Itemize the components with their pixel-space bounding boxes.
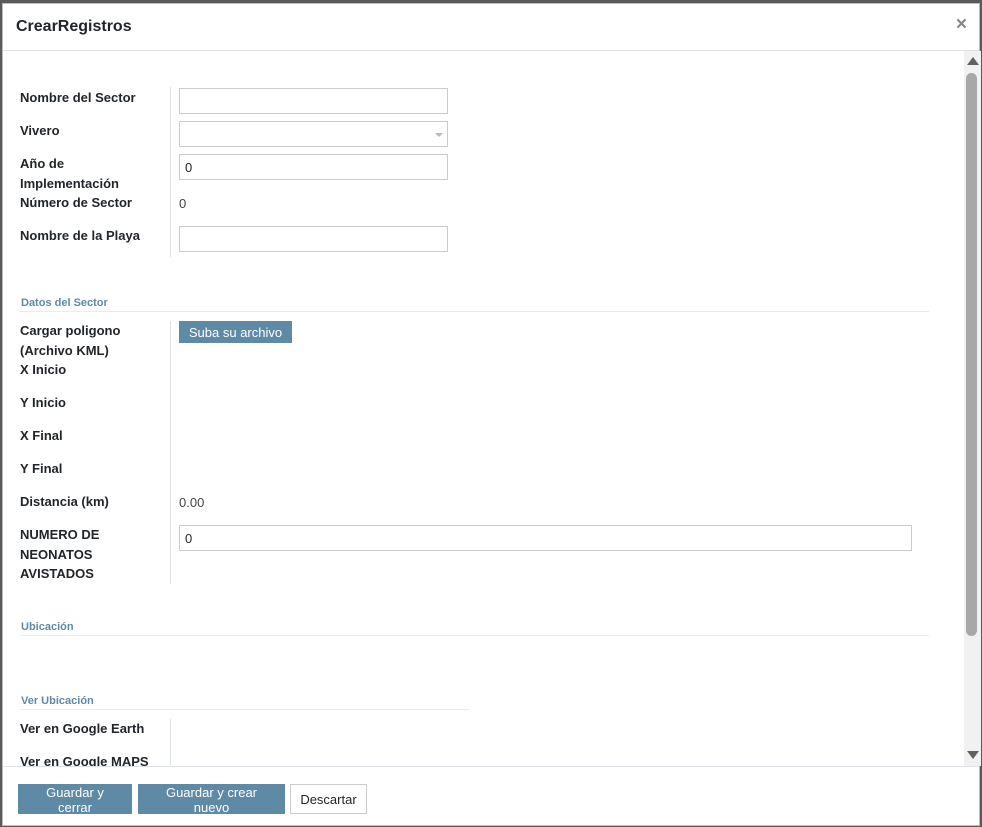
neonatos-label: NUMERO DE NEONATOS AVISTADOS xyxy=(20,527,100,581)
save-close-button[interactable]: Guardar y cerrar xyxy=(18,784,132,815)
section-divider xyxy=(20,709,469,710)
nombre-playa-label: Nombre de la Playa xyxy=(20,228,140,243)
section-title-ver-ubicacion: Ver Ubicación xyxy=(21,695,94,707)
nombre-playa-input[interactable] xyxy=(179,226,448,252)
field-separator xyxy=(170,321,171,584)
google-maps-label: Ver en Google MAPS xyxy=(20,754,149,766)
vivero-select[interactable] xyxy=(179,121,448,147)
section-title-ubicacion: Ubicación xyxy=(21,621,74,633)
upload-file-button[interactable]: Suba su archivo xyxy=(179,321,292,343)
neonatos-input[interactable] xyxy=(179,525,912,551)
y-inicio-label: Y Inicio xyxy=(20,395,66,410)
scroll-up-arrow-icon[interactable] xyxy=(967,57,979,65)
discard-button[interactable]: Descartar xyxy=(290,784,367,814)
google-earth-label: Ver en Google Earth xyxy=(20,721,145,736)
close-icon[interactable]: × xyxy=(956,15,967,34)
scrollbar[interactable] xyxy=(964,51,981,766)
distancia-label: Distancia (km) xyxy=(20,494,109,509)
field-separator xyxy=(170,719,171,766)
dialog-footer: Guardar y cerrar Guardar y crear nuevo D… xyxy=(3,766,979,825)
numero-sector-label: Número de Sector xyxy=(20,195,132,210)
cargar-poligono-label: Cargar poligono (Archivo KML) xyxy=(20,323,121,358)
section-divider xyxy=(20,311,929,312)
dialog-header: CrearRegistros × xyxy=(3,4,979,51)
x-inicio-label: X Inicio xyxy=(20,362,67,377)
section-title-datos-sector: Datos del Sector xyxy=(21,297,108,309)
nombre-sector-input[interactable] xyxy=(179,88,448,114)
y-final-label: Y Final xyxy=(20,461,63,476)
field-separator xyxy=(170,87,171,257)
anio-implementacion-input[interactable] xyxy=(179,154,448,180)
numero-sector-value: 0 xyxy=(179,196,187,211)
scrollbar-thumb[interactable] xyxy=(966,73,977,636)
dialog-body[interactable]: Nombre del Sector Vivero Año de Implemen… xyxy=(3,51,981,766)
chevron-down-icon xyxy=(435,133,443,137)
nombre-sector-label: Nombre del Sector xyxy=(20,90,136,105)
anio-implementacion-label: Año de Implementación xyxy=(20,156,119,191)
save-new-button[interactable]: Guardar y crear nuevo xyxy=(138,784,285,815)
distancia-value: 0.00 xyxy=(179,495,205,510)
scroll-down-arrow-icon[interactable] xyxy=(967,751,979,759)
create-record-dialog: CrearRegistros × Nombre del Sector Viver… xyxy=(2,3,981,826)
vivero-label: Vivero xyxy=(20,123,60,138)
section-divider xyxy=(20,635,929,636)
dialog-title: CrearRegistros xyxy=(16,18,132,35)
x-final-label: X Final xyxy=(20,428,63,443)
